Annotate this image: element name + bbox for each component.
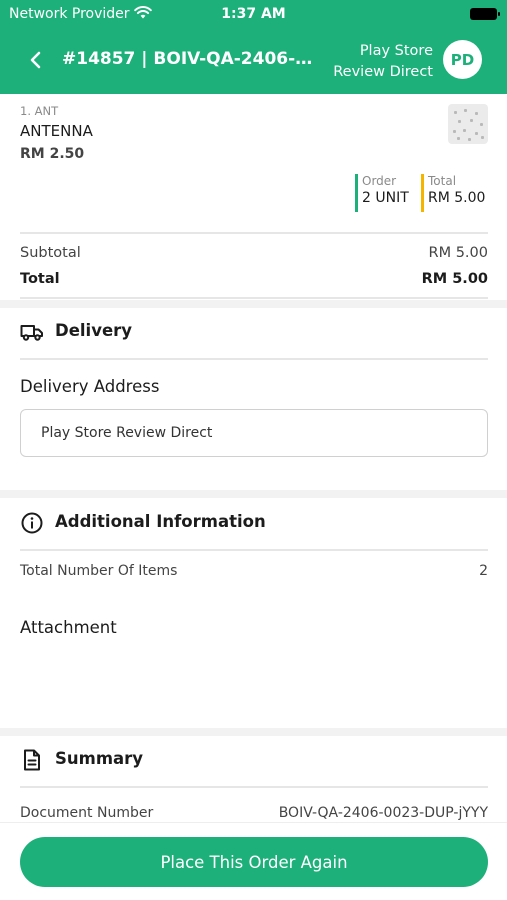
order-quantity: Order 2 UNIT xyxy=(355,174,417,212)
section-gap xyxy=(0,728,507,736)
summary-title: Summary xyxy=(55,749,144,768)
delivery-address-field[interactable] xyxy=(20,409,488,457)
info-icon xyxy=(21,512,43,534)
status-bar: Network Provider 1:37 AM xyxy=(0,0,507,28)
total-value: RM 5.00 xyxy=(421,271,488,287)
total-items-label: Total Number Of Items xyxy=(20,563,178,579)
item-total: Total RM 5.00 xyxy=(421,174,488,212)
divider xyxy=(20,358,488,360)
attachment-label: Attachment xyxy=(20,618,117,637)
delivery-title: Delivery xyxy=(55,321,133,340)
order-quantity-label: Order xyxy=(362,174,397,188)
document-number-value: BOIV-QA-2406-0023-DUP-jYYY xyxy=(278,805,488,821)
product-thumbnail xyxy=(448,104,488,144)
delivery-address-label: Delivery Address xyxy=(20,377,160,396)
back-arrow-icon[interactable] xyxy=(24,48,48,72)
subtotal-value: RM 5.00 xyxy=(428,245,488,261)
app-header: #14857 | BOIV-QA-2406-0023-DUP-jYYY Play… xyxy=(0,28,507,94)
status-time: 1:37 AM xyxy=(221,6,286,22)
page-title: #14857 | BOIV-QA-2406-0023-DUP-jYYY xyxy=(62,49,324,69)
item-total-label: Total xyxy=(428,174,457,188)
item-code: 1. ANT xyxy=(20,104,59,118)
divider xyxy=(20,549,488,551)
buyer-name: Play Store Review Direct xyxy=(333,41,433,83)
item-name: ANTENNA xyxy=(20,122,93,140)
summary-section-header: Summary xyxy=(20,745,488,775)
section-gap xyxy=(0,300,507,308)
document-icon xyxy=(24,749,40,771)
buyer-name-line2: Review Direct xyxy=(333,64,433,80)
divider xyxy=(20,232,488,234)
total-items-value: 2 xyxy=(479,563,488,579)
total-label: Total xyxy=(20,271,60,287)
divider xyxy=(20,786,488,788)
battery-icon xyxy=(470,8,500,20)
delivery-section-header: Delivery xyxy=(20,317,488,347)
additional-info-section-header: Additional Information xyxy=(20,508,488,538)
top-bar: Network Provider 1:37 AM #14857 | BOIV-Q… xyxy=(0,0,507,94)
place-order-again-button[interactable]: Place This Order Again xyxy=(20,837,488,887)
bottom-action-bar: Place This Order Again xyxy=(0,822,507,900)
buyer-name-line1: Play Store xyxy=(359,43,433,59)
additional-info-title: Additional Information xyxy=(55,512,266,531)
order-quantity-value: 2 UNIT xyxy=(362,190,409,206)
section-gap xyxy=(0,490,507,498)
item-total-value: RM 5.00 xyxy=(428,190,486,206)
divider xyxy=(20,297,488,299)
order-item: 1. ANT ANTENNA RM 2.50 Order 2 UNIT Tota… xyxy=(20,104,488,232)
item-price: RM 2.50 xyxy=(20,146,85,162)
subtotal-label: Subtotal xyxy=(20,245,81,261)
truck-icon xyxy=(20,325,43,341)
avatar[interactable]: PD xyxy=(443,40,482,79)
document-number-label: Document Number xyxy=(20,805,154,821)
